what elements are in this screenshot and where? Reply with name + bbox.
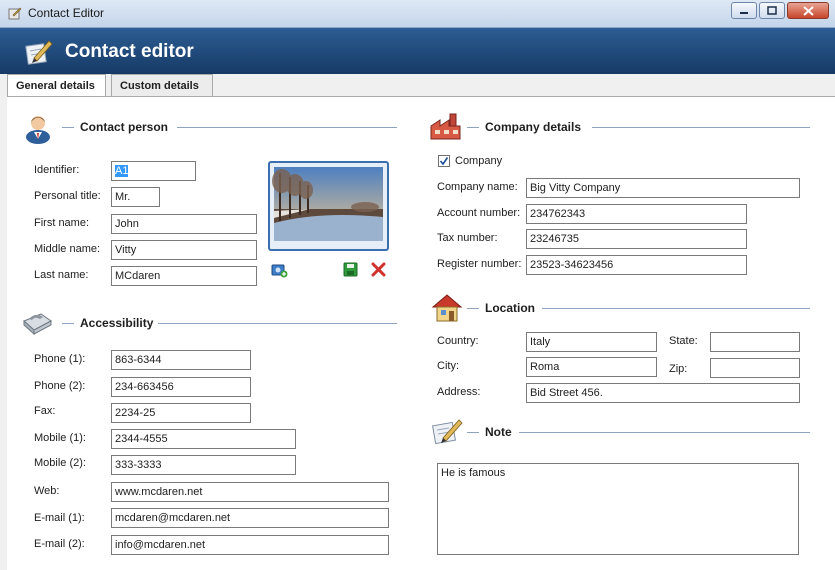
personal-title-field[interactable]: Mr. [111, 187, 160, 207]
factory-icon [430, 113, 461, 140]
last-name-field[interactable]: MCdaren [111, 266, 257, 286]
country-label: Country: [437, 335, 479, 347]
tab-custom-details[interactable]: Custom details [111, 74, 213, 96]
address-label: Address: [437, 386, 481, 398]
accessibility-title: Accessibility [80, 316, 154, 330]
window-title: Contact Editor [28, 6, 105, 20]
delete-icon[interactable] [371, 262, 386, 277]
tax-number-field[interactable]: 23246735 [526, 229, 747, 249]
phone1-label: Phone (1): [34, 353, 86, 365]
company-details-title: Company details [485, 120, 582, 134]
contact-person-icon [26, 116, 50, 144]
company-details-header: Company details [467, 115, 812, 141]
contact-person-header: Contact person [62, 115, 400, 141]
note-icon [432, 419, 463, 445]
header-title: Contact editor [65, 41, 194, 62]
country-field[interactable]: Italy [526, 332, 657, 352]
landscape-photo [272, 167, 383, 241]
maximize-button[interactable] [759, 2, 785, 19]
account-number-label: Account number: [437, 207, 521, 219]
company-name-label: Company name: [437, 181, 518, 193]
phone2-label: Phone (2): [34, 380, 86, 392]
zip-field[interactable] [710, 358, 800, 378]
note-header: Note [467, 420, 812, 446]
web-label: Web: [34, 485, 60, 497]
minimize-button[interactable] [731, 2, 757, 19]
location-title: Location [485, 301, 535, 315]
location-header: Location [467, 296, 812, 322]
zip-label: Zip: [669, 363, 688, 375]
contact-editor-window: Contact Editor Contact editor General de… [0, 0, 835, 570]
close-button[interactable] [787, 2, 829, 19]
tab-general-details[interactable]: General details [7, 74, 106, 97]
email1-label: E-mail (1): [34, 512, 85, 524]
phone2-field[interactable]: 234-663456 [111, 377, 251, 397]
accessibility-header: Accessibility [62, 311, 400, 337]
state-field[interactable] [710, 332, 800, 352]
city-field[interactable]: Roma [526, 357, 657, 377]
note-title: Note [485, 425, 512, 439]
web-field[interactable]: www.mcdaren.net [111, 482, 389, 502]
mobile1-field[interactable]: 2344-4555 [111, 429, 296, 449]
identifier-value: A1 [115, 165, 129, 177]
tax-number-label: Tax number: [437, 232, 498, 244]
company-checkbox[interactable] [438, 155, 450, 167]
email2-field[interactable]: info@mcdaren.net [111, 535, 389, 555]
account-number-field[interactable]: 234762343 [526, 204, 747, 224]
window-controls [731, 2, 829, 19]
mobile1-label: Mobile (1): [34, 432, 86, 444]
middle-name-label: Middle name: [34, 243, 101, 255]
first-name-field[interactable]: John [111, 214, 257, 234]
close-icon [802, 5, 814, 16]
minimize-icon [740, 11, 748, 14]
title-bar: Contact Editor [0, 0, 835, 28]
contact-photo[interactable] [268, 161, 389, 251]
address-field[interactable]: Bid Street 456. [526, 383, 800, 403]
mobile2-field[interactable]: 333-3333 [111, 455, 296, 475]
company-checkbox-label: Company [455, 155, 503, 167]
save-icon[interactable] [343, 262, 358, 277]
email2-label: E-mail (2): [34, 538, 85, 550]
checkmark-icon [439, 157, 449, 166]
city-label: City: [437, 360, 459, 372]
first-name-label: First name: [34, 217, 90, 229]
company-name-field[interactable]: Big Vitty Company [526, 178, 800, 198]
last-name-label: Last name: [34, 269, 89, 281]
app-icon [8, 7, 22, 20]
state-label: State: [669, 335, 698, 347]
maximize-icon [767, 6, 777, 15]
editor-header: Contact editor [0, 28, 835, 74]
identifier-field[interactable]: A1 [111, 161, 196, 181]
fax-label: Fax: [34, 405, 56, 417]
house-icon [431, 294, 463, 322]
phone1-field[interactable]: 863-6344 [111, 350, 251, 370]
register-number-label: Register number: [437, 258, 522, 270]
register-number-field[interactable]: 23523-34623456 [526, 255, 747, 275]
email1-field[interactable]: mcdaren@mcdaren.net [111, 508, 389, 528]
personal-title-label: Personal title: [34, 190, 101, 202]
contact-editor-icon [25, 40, 53, 65]
contact-person-title: Contact person [80, 120, 169, 134]
fax-field[interactable]: 2234-25 [111, 403, 251, 423]
add-photo-icon[interactable] [271, 262, 288, 278]
phone-icon [23, 313, 52, 335]
middle-name-field[interactable]: Vitty [111, 240, 257, 260]
mobile2-label: Mobile (2): [34, 457, 86, 469]
note-textarea[interactable]: He is famous [437, 463, 799, 555]
identifier-label: Identifier: [34, 164, 80, 176]
